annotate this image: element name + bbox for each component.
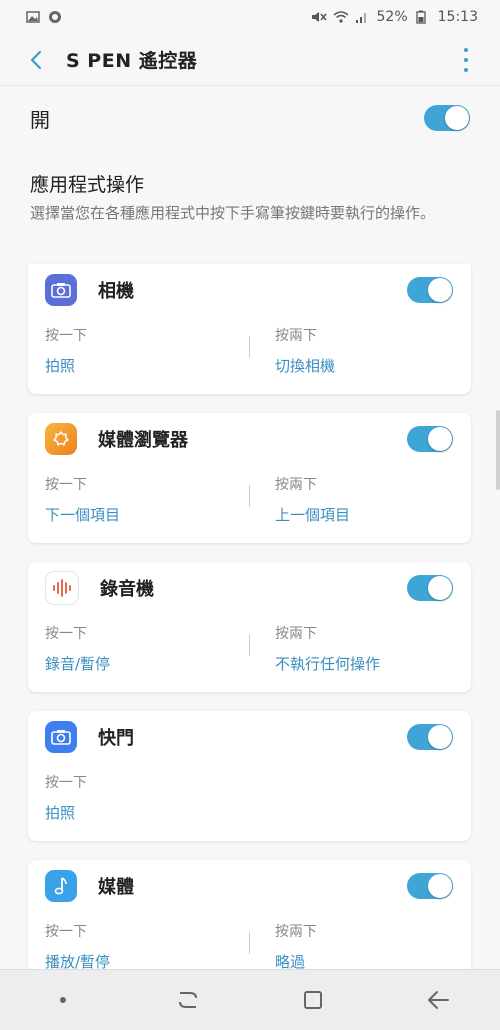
voice-recorder-icon — [45, 571, 79, 605]
status-bar: 52% 15:13 — [0, 0, 500, 34]
music-note-icon — [45, 870, 77, 902]
home-icon[interactable] — [293, 980, 333, 1020]
shutter-camera-icon — [45, 721, 77, 753]
press-once-label: 按一下 — [45, 626, 87, 642]
press-twice-label: 按兩下 — [275, 328, 317, 344]
press-once-action[interactable]: 按一下 錄音/暫停 — [45, 623, 235, 674]
app-name: 媒體瀏覽器 — [98, 430, 188, 451]
app-card-camera: 相機 按一下 拍照 按兩下 切換相機 — [28, 264, 471, 394]
press-twice-value: 上一個項目 — [275, 506, 351, 524]
mute-icon — [311, 10, 327, 24]
clock: 15:13 — [437, 9, 478, 25]
divider — [249, 932, 250, 954]
press-once-action[interactable]: 按一下 下一個項目 — [45, 474, 235, 525]
section-description: 選擇當您在各種應用程式中按下手寫筆按鍵時要執行的操作。 — [30, 204, 436, 222]
scrollbar[interactable] — [496, 410, 500, 490]
press-twice-action[interactable]: 按兩下 切換相機 — [275, 325, 465, 376]
app-name: 快門 — [98, 728, 134, 749]
press-once-value: 下一個項目 — [45, 506, 121, 524]
press-once-action[interactable]: 按一下 拍照 — [45, 325, 235, 376]
battery-percent: 52% — [376, 9, 408, 25]
section-title: 應用程式操作 — [30, 174, 145, 196]
press-once-action[interactable]: 按一下 拍照 — [45, 772, 235, 823]
press-twice-value: 切換相機 — [275, 357, 336, 375]
battery-icon — [415, 10, 430, 24]
recents-icon[interactable] — [168, 980, 208, 1020]
press-once-label: 按一下 — [45, 924, 87, 940]
divider — [249, 485, 250, 507]
press-once-action[interactable]: 按一下 播放/暫停 — [45, 921, 235, 972]
press-once-value: 拍照 — [45, 804, 76, 822]
app-toggle-camera[interactable] — [407, 277, 453, 303]
back-arrow-icon[interactable] — [24, 48, 48, 72]
wifi-icon — [333, 10, 349, 24]
master-switch-row[interactable]: 開 — [0, 96, 500, 140]
navigation-bar — [0, 969, 500, 1030]
press-twice-value: 不執行任何操作 — [275, 655, 381, 673]
app-bar: S PEN 遙控器 — [0, 34, 500, 86]
circle-notification-icon — [48, 10, 62, 24]
app-toggle-gallery[interactable] — [407, 426, 453, 452]
press-twice-action[interactable]: 按兩下 不執行任何操作 — [275, 623, 465, 674]
divider — [249, 634, 250, 656]
app-card-voice-recorder: 錄音機 按一下 錄音/暫停 按兩下 不執行任何操作 — [28, 562, 471, 692]
gallery-flower-icon — [45, 423, 77, 455]
press-twice-label: 按兩下 — [275, 924, 317, 940]
more-vertical-icon[interactable] — [456, 48, 476, 72]
press-once-value: 錄音/暫停 — [45, 655, 111, 673]
app-toggle-voice-recorder[interactable] — [407, 575, 453, 601]
signal-icon — [355, 10, 369, 24]
app-card-shutter: 快門 按一下 拍照 — [28, 711, 471, 841]
gallery-icon — [26, 10, 40, 24]
app-toggle-shutter[interactable] — [407, 724, 453, 750]
app-action-list: 相機 按一下 拍照 按兩下 切換相機 媒體瀏覽器 按一下 下一個項目 按兩下 上… — [28, 264, 471, 1009]
page-title: S PEN 遙控器 — [66, 50, 198, 72]
press-twice-label: 按兩下 — [275, 626, 317, 642]
app-card-gallery: 媒體瀏覽器 按一下 下一個項目 按兩下 上一個項目 — [28, 413, 471, 543]
press-twice-label: 按兩下 — [275, 477, 317, 493]
press-once-label: 按一下 — [45, 775, 87, 791]
back-icon[interactable] — [418, 980, 458, 1020]
app-name: 錄音機 — [100, 579, 154, 600]
dot-icon[interactable] — [43, 980, 83, 1020]
app-toggle-media[interactable] — [407, 873, 453, 899]
master-toggle[interactable] — [424, 105, 470, 131]
divider — [249, 336, 250, 358]
press-once-label: 按一下 — [45, 328, 87, 344]
master-switch-label: 開 — [30, 107, 50, 132]
press-twice-action[interactable]: 按兩下 略過 — [275, 921, 465, 972]
press-twice-action[interactable]: 按兩下 上一個項目 — [275, 474, 465, 525]
camera-icon — [45, 274, 77, 306]
press-once-label: 按一下 — [45, 477, 87, 493]
press-once-value: 拍照 — [45, 357, 76, 375]
app-name: 媒體 — [98, 877, 134, 898]
app-name: 相機 — [98, 281, 134, 302]
